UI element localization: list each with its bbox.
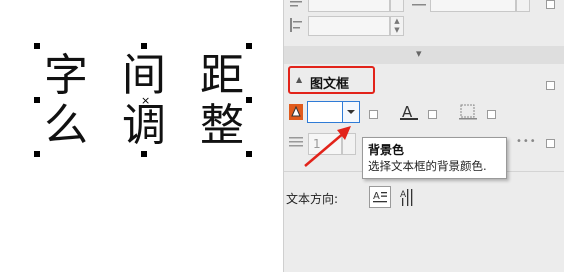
- more-options-checkbox[interactable]: [546, 139, 555, 148]
- handle-bottom-center[interactable]: [141, 151, 147, 157]
- handle-bottom-left[interactable]: [34, 151, 40, 157]
- tooltip-description: 选择文本框的背景颜色.: [368, 159, 487, 173]
- top-field-1[interactable]: [308, 0, 390, 12]
- tooltip: 背景色 选择文本框的背景颜色.: [362, 137, 507, 179]
- center-mark-icon: ×: [141, 94, 151, 107]
- text-direction-label: 文本方向:: [286, 192, 339, 206]
- spacing-icon: [290, 18, 302, 32]
- section-title: 图文框: [310, 77, 350, 92]
- handle-bottom-right[interactable]: [246, 151, 252, 157]
- handle-top-left[interactable]: [34, 43, 40, 49]
- collapse-bar[interactable]: ▾: [284, 46, 564, 64]
- section-header-frame[interactable]: ▲ 图文框: [288, 66, 375, 94]
- top-spin-1[interactable]: [390, 0, 404, 12]
- annotation-arrow-icon: [304, 126, 351, 167]
- handle-middle-right[interactable]: [246, 97, 252, 103]
- glyph-2: 间: [122, 50, 166, 101]
- frame-resize-checkbox[interactable]: [487, 110, 496, 119]
- document-canvas[interactable]: 字 间 距 么 调 整 ×: [0, 0, 283, 272]
- top-field-2[interactable]: [430, 0, 516, 12]
- bg-color-checkbox[interactable]: [369, 110, 378, 119]
- section-expand-icon: ▲: [296, 75, 303, 84]
- spacing-spin[interactable]: ▲ ▼: [390, 16, 404, 36]
- glyph-3: 距: [200, 50, 244, 101]
- handle-top-right[interactable]: [246, 43, 252, 49]
- svg-text:A: A: [373, 191, 380, 202]
- top-checkbox[interactable]: [546, 0, 555, 9]
- glyph-4: 么: [44, 100, 88, 151]
- align-icon: [290, 1, 302, 7]
- top-spin-2[interactable]: [516, 0, 530, 12]
- indent-icon: [412, 4, 426, 6]
- properties-panel: ▲ ▼ ▾ ▲ 图文框 A 1 ••• 文本方向: A A 背景色 选择文本框的…: [283, 0, 564, 272]
- tooltip-title: 背景色: [368, 143, 405, 157]
- handle-middle-left[interactable]: [34, 97, 40, 103]
- horizontal-text-icon: A: [373, 191, 387, 203]
- spacing-field[interactable]: [308, 16, 390, 36]
- glyph-6: 整: [200, 100, 244, 151]
- glyph-1: 字: [44, 50, 88, 101]
- vertical-text-icon[interactable]: A: [398, 186, 418, 208]
- more-options-icon[interactable]: •••: [516, 136, 537, 147]
- text-outline-checkbox[interactable]: [428, 110, 437, 119]
- horizontal-text-button[interactable]: A: [369, 186, 391, 208]
- collapse-arrow-icon: ▾: [416, 47, 422, 60]
- glyph-5: 调: [122, 100, 166, 151]
- handle-top-center[interactable]: [141, 43, 147, 49]
- svg-text:A: A: [400, 190, 407, 200]
- text-outline-icon[interactable]: A: [400, 103, 418, 121]
- section-header-checkbox[interactable]: [546, 81, 555, 90]
- top-row: [284, 0, 564, 12]
- frame-resize-icon[interactable]: [459, 103, 477, 121]
